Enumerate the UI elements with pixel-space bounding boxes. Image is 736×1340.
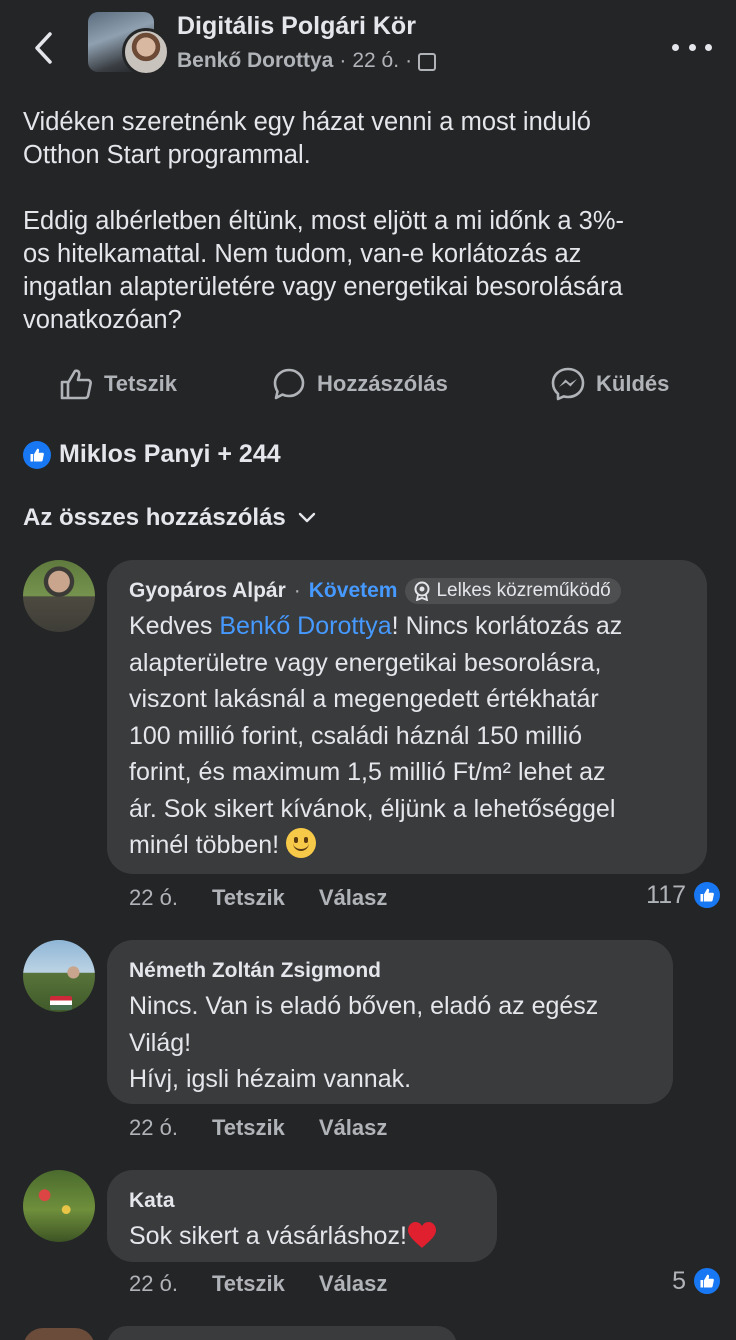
thumbs-up-icon xyxy=(60,369,92,400)
like-reaction-icon xyxy=(692,1266,722,1296)
like-button[interactable]: Tetszik xyxy=(58,366,177,402)
comment-bubble: Gyopáros Alpár · Követem Lelkes közreműk… xyxy=(107,560,707,874)
flag-icon xyxy=(50,996,72,1010)
back-arrow-icon xyxy=(35,32,52,64)
contributor-badge-icon xyxy=(414,581,430,601)
messenger-icon xyxy=(551,367,585,401)
like-reaction-icon xyxy=(692,880,722,910)
comment-text-part: Kedves xyxy=(129,612,220,640)
comment-header: Gyopáros Alpár · Követem Lelkes közreműk… xyxy=(129,574,685,608)
comment-footer: 22 ó. Tetszik Válasz xyxy=(129,885,387,911)
follow-link[interactable]: Követem xyxy=(309,579,398,603)
like-label: Tetszik xyxy=(104,371,177,396)
back-button[interactable] xyxy=(28,26,58,70)
post-paragraph: Eddig albérletben éltünk, most eljött a … xyxy=(23,207,624,334)
commenter-avatar[interactable] xyxy=(23,560,95,632)
reactions-summary[interactable]: Miklos Panyi + 244 xyxy=(23,440,281,469)
comment-like-button[interactable]: Tetszik xyxy=(212,885,285,911)
comment-like-button[interactable]: Tetszik xyxy=(212,1115,285,1141)
next-commenter-avatar[interactable] xyxy=(23,1328,95,1340)
mention-link[interactable]: Benkő Dorottya xyxy=(219,612,391,640)
comment-author[interactable]: Németh Zoltán Zsigmond xyxy=(129,959,381,983)
comment-time[interactable]: 22 ó. xyxy=(129,1115,178,1141)
post-time[interactable]: 22 ó. xyxy=(352,49,399,73)
badge-label: Lelkes közreműködő xyxy=(436,580,611,601)
reactions-text: Miklos Panyi + 244 xyxy=(59,440,281,468)
comment-like-button[interactable]: Tetszik xyxy=(212,1271,285,1297)
comment-reaction-count[interactable]: 5 xyxy=(672,1266,722,1296)
comment-author[interactable]: Gyopáros Alpár xyxy=(129,579,286,603)
author-avatar[interactable] xyxy=(122,28,170,76)
comment-text-part: ! Nincs korlátozás az alapterületre vagy… xyxy=(129,612,623,859)
comment-text: Sok sikert a vásárláshoz! xyxy=(129,1218,475,1255)
comment-label: Hozzászólás xyxy=(317,371,448,396)
send-button[interactable]: Küldés xyxy=(550,366,669,402)
chevron-down-icon xyxy=(298,512,315,523)
comment-text-part: Sok sikert a vásárláshoz! xyxy=(129,1222,407,1250)
comment-author[interactable]: Kata xyxy=(129,1189,175,1213)
comment-reply-button[interactable]: Válasz xyxy=(319,885,388,911)
meta-separator: · xyxy=(339,49,347,72)
comment-text: Nincs. Van is eladó bőven, eladó az egés… xyxy=(129,992,599,1093)
comment-icon xyxy=(273,368,305,400)
smile-emoji-icon xyxy=(286,828,317,858)
send-label: Küldés xyxy=(596,371,670,396)
reaction-count-value: 117 xyxy=(646,880,686,909)
comment-text: Kedves Benkő Dorottya! Nincs korlátozás … xyxy=(129,608,685,864)
post-paragraph: Vidéken szeretnénk egy házat venni a mos… xyxy=(23,108,591,169)
header-separator: · xyxy=(293,579,301,602)
post-header: Digitális Polgári Kör Benkő Dorottya · 2… xyxy=(0,0,736,96)
comment-reaction-count[interactable]: 117 xyxy=(646,880,722,910)
comment-reply-button[interactable]: Válasz xyxy=(319,1271,388,1297)
comment-footer: 22 ó. Tetszik Válasz xyxy=(129,1115,387,1141)
more-options-button[interactable] xyxy=(672,34,712,60)
comment-time[interactable]: 22 ó. xyxy=(129,885,178,911)
comment-time[interactable]: 22 ó. xyxy=(129,1271,178,1297)
heart-emoji-icon xyxy=(407,1222,436,1248)
contributor-badge: Lelkes közreműködő xyxy=(405,578,621,604)
post-meta: Benkő Dorottya · 22 ó. · xyxy=(177,49,437,73)
more-icon xyxy=(672,43,679,51)
post-actions-bar: Tetszik Hozzászólás Küldés xyxy=(0,360,736,410)
comment-bubble: Kata Sok sikert a vásárláshoz! xyxy=(107,1170,497,1262)
like-reaction-icon xyxy=(23,440,51,469)
reaction-count-value: 5 xyxy=(672,1266,686,1295)
comment-header: Kata xyxy=(129,1184,475,1218)
comment-header: Németh Zoltán Zsigmond xyxy=(129,954,651,988)
next-comment-bubble xyxy=(107,1326,457,1340)
comment-reply-button[interactable]: Válasz xyxy=(319,1115,388,1141)
group-icon xyxy=(418,53,437,71)
comment-footer: 22 ó. Tetszik Válasz xyxy=(129,1271,387,1297)
post-author[interactable]: Benkő Dorottya xyxy=(177,49,333,73)
post-text: Vidéken szeretnénk egy házat venni a mos… xyxy=(23,106,713,337)
commenter-avatar[interactable] xyxy=(23,1170,95,1242)
comments-filter-dropdown[interactable]: Az összes hozzászólás xyxy=(23,504,316,532)
comment-bubble: Németh Zoltán Zsigmond Nincs. Van is ela… xyxy=(107,940,673,1104)
comments-filter-label: Az összes hozzászólás xyxy=(23,504,286,531)
group-name[interactable]: Digitális Polgári Kör xyxy=(177,12,416,41)
comment-button[interactable]: Hozzászólás xyxy=(271,366,448,402)
meta-separator: · xyxy=(405,49,413,72)
